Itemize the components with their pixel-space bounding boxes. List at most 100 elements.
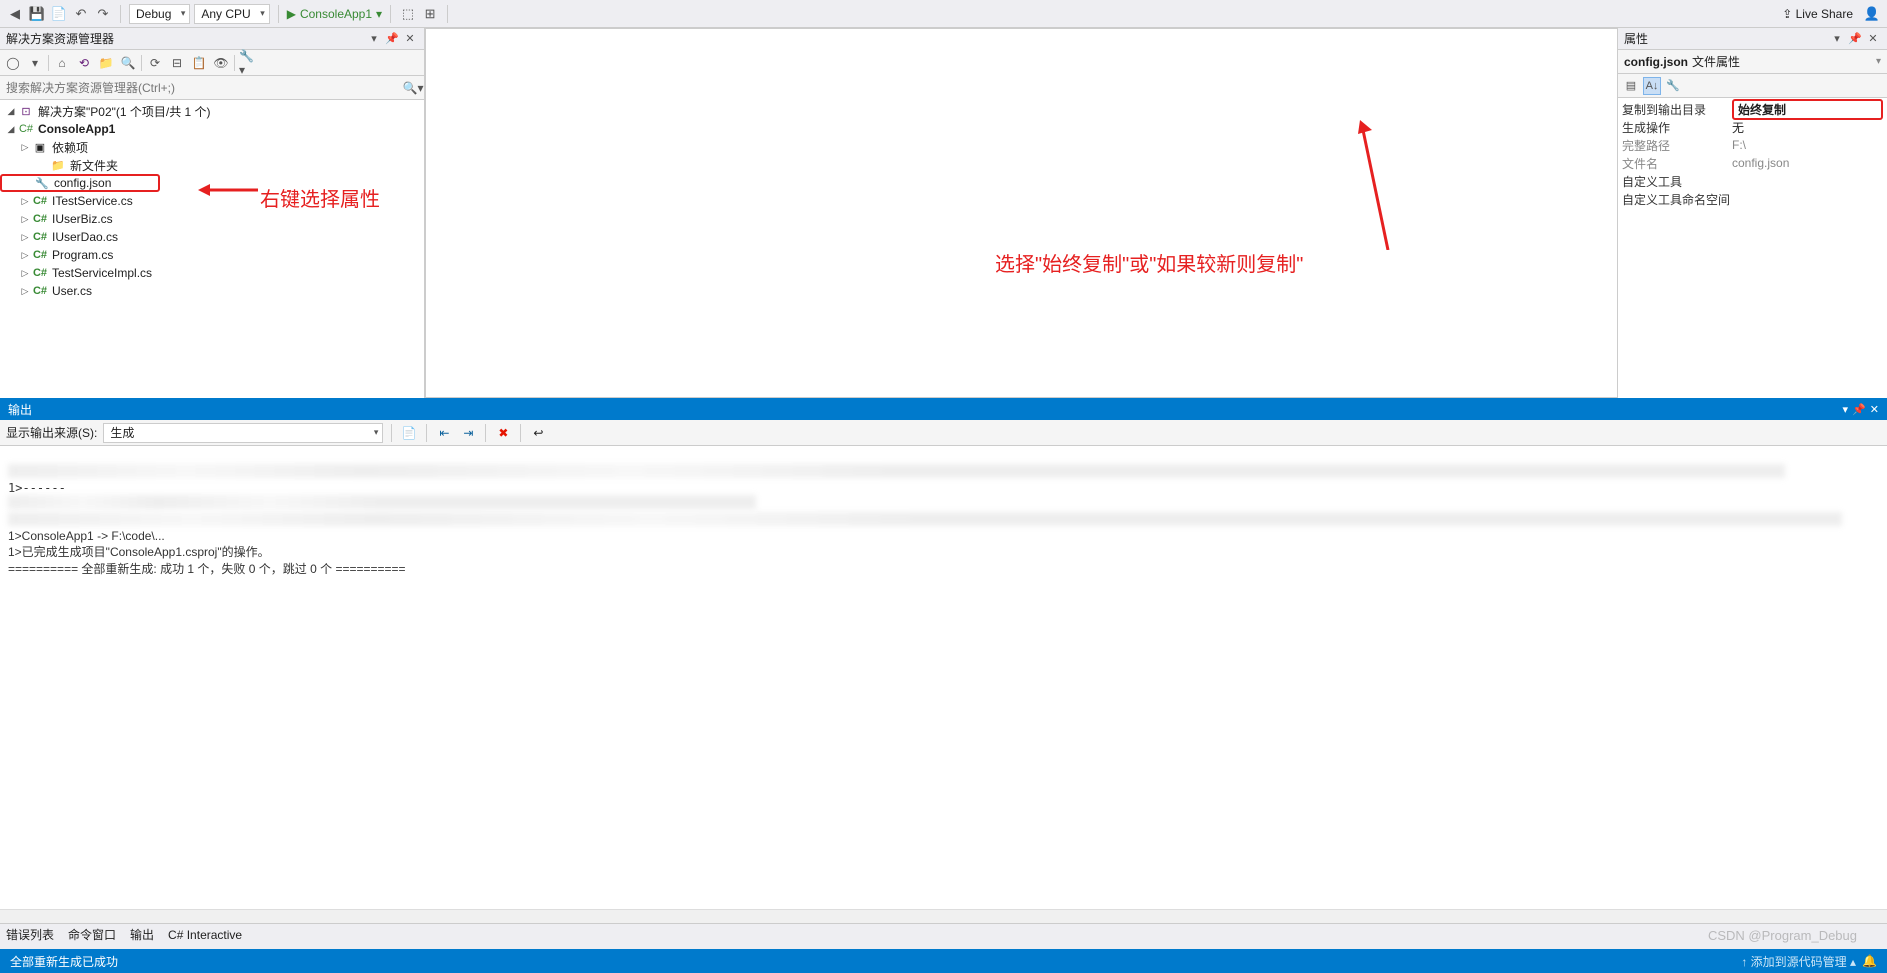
out-find-icon[interactable]: 📄 bbox=[400, 424, 418, 442]
out-prev-icon[interactable]: ⇤ bbox=[435, 424, 453, 442]
back-icon[interactable]: ◯ bbox=[4, 54, 22, 72]
properties-subject[interactable]: config.json 文件属性 ▾ bbox=[1618, 50, 1887, 74]
save-icon[interactable]: 💾 bbox=[28, 5, 46, 23]
redo-icon[interactable]: ↷ bbox=[94, 5, 112, 23]
program-node[interactable]: ▷C# Program.cs bbox=[0, 246, 424, 264]
out-wrap-icon[interactable]: ↩ bbox=[529, 424, 547, 442]
search-icon[interactable]: 🔍▾ bbox=[402, 81, 424, 95]
config-value: Debug bbox=[136, 7, 171, 21]
prop-customtool[interactable]: 自定义工具 bbox=[1618, 172, 1887, 190]
tool-icon-2[interactable]: ⊞ bbox=[421, 5, 439, 23]
prop-build-action[interactable]: 生成操作 无 bbox=[1618, 118, 1887, 136]
config-json-node[interactable]: 🔧 config.json bbox=[0, 174, 160, 192]
solution-search-input[interactable] bbox=[0, 81, 402, 95]
output-panel: 输出 ▾ 📌 ✕ 显示输出来源(S): 生成 📄 ⇤ ⇥ ✖ ↩ 1>-----… bbox=[0, 398, 1887, 945]
tool-icon-1[interactable]: ⬚ bbox=[399, 5, 417, 23]
solution-explorer-panel: 解决方案资源管理器 ▾ 📌 ✕ ◯ ▾ ⌂ ⟲ 📁 🔍 ⟳ ⊟ 📋 👁 🔧▾ 🔍… bbox=[0, 28, 425, 398]
iuserbiz-node[interactable]: ▷C# IUserBiz.cs bbox=[0, 210, 424, 228]
panel-menu-icon[interactable]: ▾ bbox=[366, 31, 382, 47]
fwd-icon[interactable]: ▾ bbox=[26, 54, 44, 72]
solution-node[interactable]: ◢⊡ 解决方案"P02"(1 个项目/共 1 个) bbox=[0, 102, 424, 120]
nav-back-icon[interactable]: ◀ bbox=[6, 5, 24, 23]
config-combo[interactable]: Debug bbox=[129, 4, 190, 24]
output-line: ========== 全部重新生成: 成功 1 个，失败 0 个，跳过 0 个 … bbox=[8, 562, 406, 576]
iuserbiz-label: IUserBiz.cs bbox=[52, 212, 113, 226]
collapse-icon[interactable]: ⊟ bbox=[168, 54, 186, 72]
itest-node[interactable]: ▷C# ITestService.cs bbox=[0, 192, 424, 210]
json-file-icon: 🔧 bbox=[34, 176, 50, 190]
status-text: 全部重新生成已成功 bbox=[10, 953, 118, 970]
solution-label: 解决方案"P02"(1 个项目/共 1 个) bbox=[38, 103, 211, 120]
status-bar: 全部重新生成已成功 ↑ 添加到源代码管理 ▴ 🔔 bbox=[0, 949, 1887, 973]
solution-toolbar: ◯ ▾ ⌂ ⟲ 📁 🔍 ⟳ ⊟ 📋 👁 🔧▾ bbox=[0, 50, 424, 76]
output-source-combo[interactable]: 生成 bbox=[103, 423, 383, 443]
project-node[interactable]: ◢C# ConsoleApp1 bbox=[0, 120, 424, 138]
output-title: 输出 bbox=[8, 401, 32, 418]
showall-icon[interactable]: 📁 bbox=[97, 54, 115, 72]
user-icon[interactable]: 👤 bbox=[1863, 5, 1881, 23]
deps-node[interactable]: ▷▣ 依赖项 bbox=[0, 138, 424, 156]
out-pin-icon[interactable]: 📌 bbox=[1852, 403, 1866, 416]
tab-command-window[interactable]: 命令窗口 bbox=[68, 926, 116, 943]
wrench-icon[interactable]: 🔧▾ bbox=[239, 54, 257, 72]
properties-toolbar: ▤ A↓ 🔧 bbox=[1618, 74, 1887, 98]
start-debug-button[interactable]: ▶ ConsoleApp1 ▾ bbox=[287, 7, 382, 21]
out-menu-icon[interactable]: ▾ bbox=[1843, 403, 1849, 416]
sync-icon[interactable]: ⟲ bbox=[75, 54, 93, 72]
cs-file-icon: C# bbox=[32, 212, 48, 226]
refresh-icon[interactable]: ⟳ bbox=[146, 54, 164, 72]
itest-label: ITestService.cs bbox=[52, 194, 133, 208]
prop-customtool-ns[interactable]: 自定义工具命名空间 bbox=[1618, 190, 1887, 208]
scope-icon[interactable]: 🔍 bbox=[119, 54, 137, 72]
tab-error-list[interactable]: 错误列表 bbox=[6, 926, 54, 943]
output-line: 1>ConsoleApp1 -> F:\code\... bbox=[8, 529, 165, 543]
solution-explorer-title: 解决方案资源管理器 bbox=[6, 30, 364, 47]
properties-panel: 属性 ▾ 📌 ✕ config.json 文件属性 ▾ ▤ A↓ 🔧 复制到输出… bbox=[1617, 28, 1887, 398]
props-wrench-icon[interactable]: 🔧 bbox=[1664, 77, 1682, 95]
tab-output[interactable]: 输出 bbox=[130, 926, 154, 943]
testimpl-node[interactable]: ▷C# TestServiceImpl.cs bbox=[0, 264, 424, 282]
output-scrollbar-h[interactable] bbox=[0, 909, 1887, 923]
alphabetical-icon[interactable]: A↓ bbox=[1643, 77, 1661, 95]
properties-icon[interactable]: 📋 bbox=[190, 54, 208, 72]
out-close-icon[interactable]: ✕ bbox=[1870, 403, 1879, 416]
panel-close-icon[interactable]: ✕ bbox=[402, 31, 418, 47]
folder-node[interactable]: 📁 新文件夹 bbox=[0, 156, 424, 174]
output-line: 1>已完成生成项目"ConsoleApp1.csproj"的操作。 bbox=[8, 545, 270, 559]
tab-csharp-interactive[interactable]: C# Interactive bbox=[168, 928, 242, 942]
testimpl-label: TestServiceImpl.cs bbox=[52, 266, 152, 280]
out-clear-icon[interactable]: ✖ bbox=[494, 424, 512, 442]
save-all-icon[interactable]: 📄 bbox=[50, 5, 68, 23]
panel-pin-icon[interactable]: 📌 bbox=[1847, 31, 1863, 47]
blurred-line bbox=[8, 464, 1785, 478]
project-label: ConsoleApp1 bbox=[38, 122, 115, 136]
properties-grid: 复制到输出目录 始终复制 生成操作 无 完整路径 F:\ 文件名 config.… bbox=[1618, 98, 1887, 398]
properties-filename: config.json bbox=[1624, 55, 1688, 69]
user-label: User.cs bbox=[52, 284, 92, 298]
cs-file-icon: C# bbox=[32, 194, 48, 208]
platform-combo[interactable]: Any CPU bbox=[194, 4, 269, 24]
live-share-button[interactable]: ⇪ Live Share bbox=[1782, 7, 1853, 21]
undo-icon[interactable]: ↶ bbox=[72, 5, 90, 23]
platform-value: Any CPU bbox=[201, 7, 250, 21]
csharp-project-icon: C# bbox=[18, 122, 34, 136]
home-icon[interactable]: ⌂ bbox=[53, 54, 71, 72]
source-control-button[interactable]: ↑ 添加到源代码管理 ▴ bbox=[1741, 953, 1856, 970]
panel-close-icon[interactable]: ✕ bbox=[1865, 31, 1881, 47]
user-node[interactable]: ▷C# User.cs bbox=[0, 282, 424, 300]
solution-icon: ⊡ bbox=[18, 104, 34, 118]
categorized-icon[interactable]: ▤ bbox=[1622, 77, 1640, 95]
prop-copy-to-output[interactable]: 复制到输出目录 始终复制 bbox=[1618, 100, 1887, 118]
panel-pin-icon[interactable]: 📌 bbox=[384, 31, 400, 47]
startup-project: ConsoleApp1 bbox=[300, 7, 372, 21]
solution-tree: ◢⊡ 解决方案"P02"(1 个项目/共 1 个) ◢C# ConsoleApp… bbox=[0, 100, 424, 398]
notifications-icon[interactable]: 🔔 bbox=[1862, 954, 1877, 968]
out-next-icon[interactable]: ⇥ bbox=[459, 424, 477, 442]
properties-title: 属性 bbox=[1624, 30, 1827, 47]
output-text[interactable]: 1>------ 1>ConsoleApp1 -> F:\code\... 1>… bbox=[0, 446, 1887, 909]
preview-icon[interactable]: 👁 bbox=[212, 54, 230, 72]
panel-menu-icon[interactable]: ▾ bbox=[1829, 31, 1845, 47]
iuserdao-label: IUserDao.cs bbox=[52, 230, 118, 244]
iuserdao-node[interactable]: ▷C# IUserDao.cs bbox=[0, 228, 424, 246]
prop-copy-value[interactable]: 始终复制 bbox=[1732, 99, 1883, 120]
